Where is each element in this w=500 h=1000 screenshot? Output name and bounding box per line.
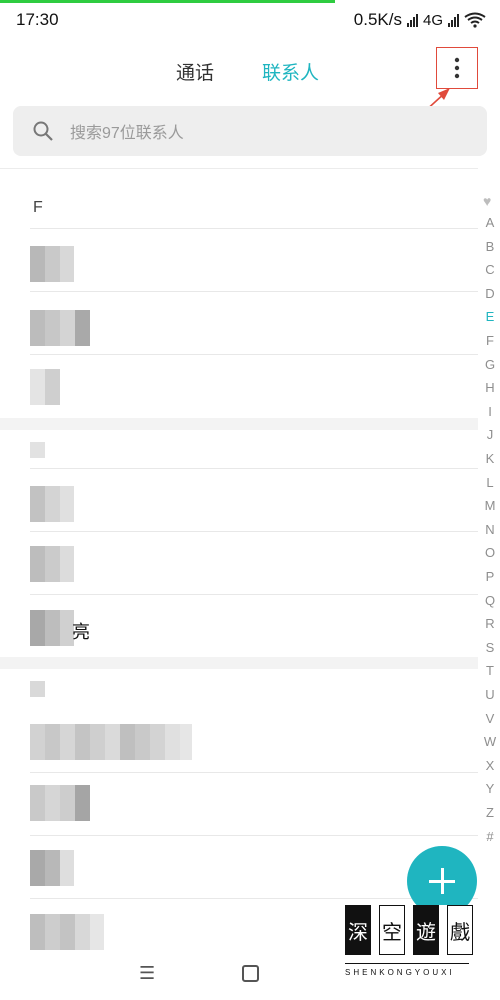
- list-item[interactable]: [30, 246, 74, 282]
- watermark: 深 空 遊 戲 SHENKONGYOUXI: [345, 905, 475, 995]
- index-letter[interactable]: I: [480, 404, 500, 419]
- row-divider: [30, 594, 478, 595]
- net-speed: 0.5K/s: [353, 10, 402, 29]
- index-letter[interactable]: N: [480, 522, 500, 537]
- tab-bar: 通话 联系人: [0, 58, 500, 86]
- watermark-chars: 深 空 遊 戲: [345, 905, 475, 955]
- status-bar: 17:30 0.5K/s 4G: [0, 4, 500, 34]
- index-letter[interactable]: B: [480, 239, 500, 254]
- index-letter[interactable]: #: [480, 829, 500, 844]
- index-letter[interactable]: H: [480, 380, 500, 395]
- favorites-heart-icon[interactable]: ♥: [483, 193, 491, 209]
- signal-icon: [406, 13, 418, 27]
- index-letter[interactable]: K: [480, 451, 500, 466]
- search-placeholder: 搜索97位联系人: [70, 125, 184, 142]
- plus-icon: [429, 868, 455, 894]
- row-divider: [30, 354, 478, 355]
- index-letter[interactable]: W: [480, 734, 500, 749]
- more-menu-button[interactable]: [436, 47, 478, 89]
- row-divider: [30, 228, 478, 229]
- index-letter[interactable]: R: [480, 616, 500, 631]
- tab-calls[interactable]: 通话: [176, 58, 214, 85]
- list-item[interactable]: [30, 850, 74, 886]
- index-letter[interactable]: Y: [480, 781, 500, 796]
- list-item[interactable]: [30, 785, 90, 821]
- row-divider: [30, 772, 478, 773]
- section-divider: [0, 168, 478, 169]
- index-letter[interactable]: X: [480, 758, 500, 773]
- list-item[interactable]: [30, 369, 60, 405]
- index-letter[interactable]: D: [480, 286, 500, 301]
- watermark-rule: [345, 963, 469, 964]
- search-bar[interactable]: 搜索97位联系人: [13, 106, 487, 156]
- nav-menu-icon[interactable]: ☰: [139, 963, 155, 984]
- watermark-latin: SHENKONGYOUXI: [345, 968, 455, 977]
- tab-contacts[interactable]: 联系人: [262, 58, 319, 85]
- index-letter[interactable]: M: [480, 498, 500, 513]
- index-letter[interactable]: Q: [480, 593, 500, 608]
- index-letter[interactable]: Z: [480, 805, 500, 820]
- row-divider: [30, 468, 478, 469]
- wifi-icon: [464, 12, 486, 28]
- index-letter[interactable]: J: [480, 427, 500, 442]
- row-divider: [30, 531, 478, 532]
- nav-home-icon[interactable]: [242, 965, 259, 982]
- status-time: 17:30: [16, 10, 59, 29]
- section-header-blurred: [30, 442, 45, 458]
- index-letter[interactable]: T: [480, 663, 500, 678]
- network-type: 4G: [422, 11, 443, 29]
- list-item[interactable]: [30, 610, 74, 646]
- row-divider: [30, 291, 478, 292]
- top-progress-line: [0, 0, 335, 3]
- list-item[interactable]: [30, 546, 74, 582]
- contact-name-suffix: 亮: [72, 622, 90, 642]
- row-divider: [30, 835, 478, 836]
- list-item[interactable]: [30, 724, 192, 760]
- index-letter[interactable]: P: [480, 569, 500, 584]
- index-letter[interactable]: S: [480, 640, 500, 655]
- list-item[interactable]: [30, 486, 74, 522]
- watermark-char: 戲: [447, 905, 473, 955]
- index-letter[interactable]: L: [480, 475, 500, 490]
- section-header-blurred: [30, 681, 45, 697]
- index-letter[interactable]: U: [480, 687, 500, 702]
- signal-icon-2: [448, 13, 459, 27]
- list-item[interactable]: [30, 914, 104, 950]
- index-letter[interactable]: O: [480, 545, 500, 560]
- index-letter[interactable]: V: [480, 711, 500, 726]
- index-letter[interactable]: A: [480, 215, 500, 230]
- list-item[interactable]: [30, 310, 90, 346]
- watermark-char: 空: [379, 905, 405, 955]
- index-letter[interactable]: G: [480, 357, 500, 372]
- section-header-letter: F: [33, 199, 43, 216]
- index-letter[interactable]: C: [480, 262, 500, 277]
- section-divider: [0, 418, 478, 430]
- index-letter[interactable]: E: [480, 309, 500, 324]
- section-divider: [0, 657, 478, 669]
- watermark-char: 深: [345, 905, 371, 955]
- index-letter[interactable]: F: [480, 333, 500, 348]
- more-vert-icon: [454, 57, 460, 79]
- status-right: 0.5K/s 4G: [354, 10, 486, 30]
- search-icon: [33, 121, 53, 141]
- watermark-char: 遊: [413, 905, 439, 955]
